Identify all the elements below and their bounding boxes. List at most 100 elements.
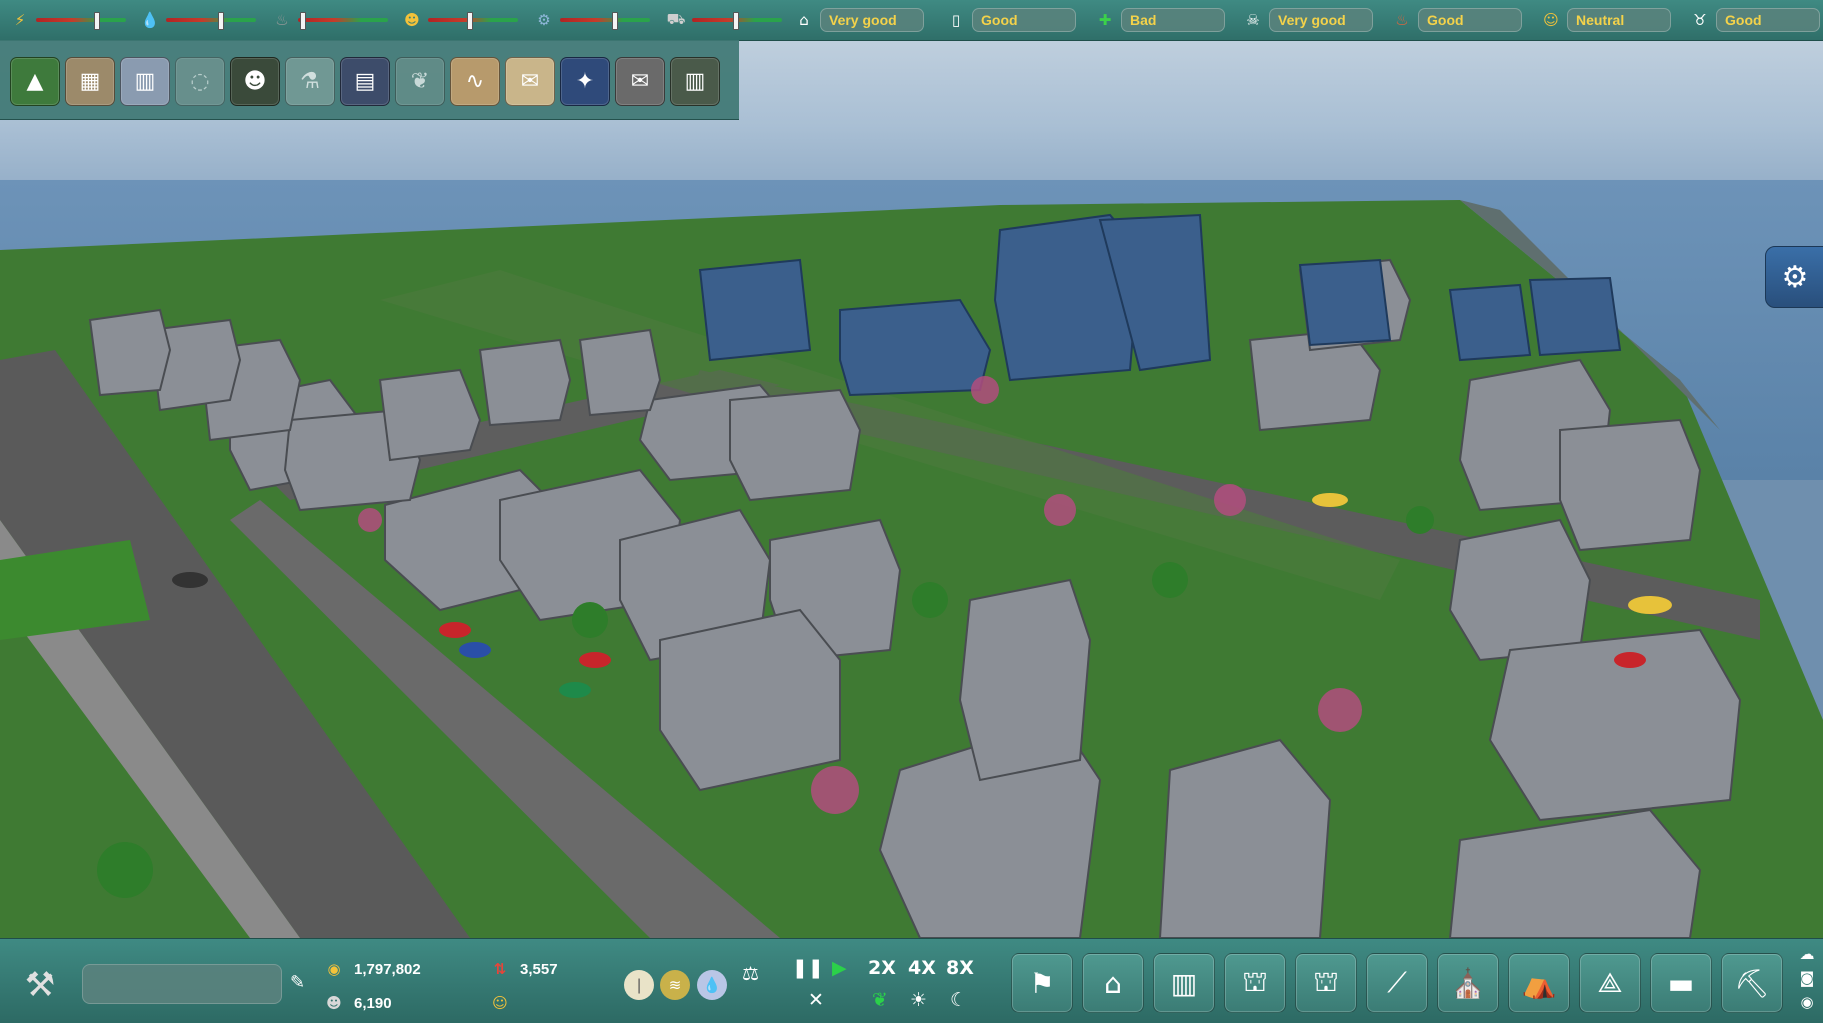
civic-build-button[interactable]: ⛪ <box>1437 953 1499 1013</box>
envelope-category-button[interactable]: ✉ <box>615 57 665 106</box>
sewage-icon: ⚙ <box>537 11 551 29</box>
documents-category-button[interactable]: ✉ <box>505 57 555 106</box>
shuffle-button[interactable]: ✕ <box>808 989 824 1011</box>
nature-category-button[interactable]: ❦ <box>395 57 445 106</box>
industry-category-button[interactable]: ▥ <box>120 57 170 106</box>
speed-2x-button[interactable]: 2X <box>868 957 896 979</box>
night-button[interactable]: ☾ <box>950 989 967 1011</box>
weather-button[interactable]: ☁ <box>1796 945 1818 969</box>
cow-icon: ♉ <box>1693 11 1707 29</box>
settings-button[interactable]: ⚙ <box>1765 246 1823 308</box>
bottom-control-bar: ⚒ ✎ ◉ 1,797,802 ☻ 6,190 ⇅ 3,557 ☺ ❘ ≋ 💧 … <box>0 938 1823 1023</box>
shuffle-icon: ✕ <box>808 989 824 1011</box>
road-icon: ⟋ <box>1387 966 1407 999</box>
coins-icon: ◉ <box>327 960 341 978</box>
fire-rating[interactable]: ♨ Good <box>1392 6 1522 34</box>
storage-category-button[interactable]: ▦ <box>65 57 115 106</box>
city-name-field[interactable] <box>82 964 282 1004</box>
trash-bag-icon: ♨ <box>275 11 289 29</box>
house-icon: ⌂ <box>799 11 809 29</box>
water-indicator[interactable]: 💧 <box>140 6 256 34</box>
workers-level-bar <box>428 12 518 30</box>
solar-category-button[interactable]: ▤ <box>340 57 390 106</box>
blocks-build-button[interactable]: ▬ <box>1650 953 1712 1013</box>
waste-indicator[interactable]: ♨ <box>272 6 388 34</box>
sewage-level-bar <box>560 12 650 30</box>
sewage-indicator[interactable]: ⚙ <box>534 6 650 34</box>
landscape-icon: ∿ <box>465 69 485 94</box>
people-icon: ☻ <box>326 994 342 1012</box>
rain-button[interactable]: 💧 <box>697 970 727 1000</box>
education-rating[interactable]: ▯ Good <box>946 6 1076 34</box>
play-button[interactable]: ▶ <box>832 957 847 979</box>
entertainment-rating-value: Neutral <box>1567 8 1671 32</box>
happiness-stat: ☺ <box>488 993 520 1013</box>
library-category-button[interactable]: ▥ <box>670 57 720 106</box>
city-terrain[interactable] <box>0 0 1823 1022</box>
balance-button[interactable]: ⚖ <box>742 963 759 985</box>
factory-build-button[interactable]: ⛫ <box>1224 953 1286 1013</box>
level-marker <box>299 12 306 30</box>
screenshot-button[interactable]: ◙ <box>1796 969 1818 993</box>
commercial-icon: ▥ <box>1170 966 1198 1000</box>
electricity-level-bar <box>36 12 126 30</box>
wind-turbine-icon: ⚑ <box>1029 966 1055 1000</box>
service-build-button[interactable]: ⛺ <box>1508 953 1570 1013</box>
transport-indicator[interactable]: ⛟ <box>666 6 782 34</box>
temperature-button[interactable]: ❘ <box>624 970 654 1000</box>
pause-icon: ❚❚ <box>792 957 824 979</box>
speed-8x-button[interactable]: 8X <box>946 957 974 979</box>
eco-button[interactable]: ❦ <box>872 989 888 1011</box>
road-build-button[interactable]: ⟋ <box>1366 953 1428 1013</box>
speed-4x-button[interactable]: 4X <box>908 957 936 979</box>
level-marker <box>611 12 618 30</box>
power-plant-build-button[interactable]: ⛫ <box>1295 953 1357 1013</box>
capitol-icon: ⛪ <box>1450 966 1486 1000</box>
water-drop-icon: 💧 <box>140 11 160 29</box>
day-button[interactable]: ☀ <box>910 989 927 1011</box>
health-rating[interactable]: ✚ Bad <box>1095 6 1225 34</box>
book-icon: ▯ <box>951 11 961 29</box>
pollution-rating[interactable]: ♉ Good <box>1690 6 1820 34</box>
fire-icon: ♨ <box>1395 11 1409 29</box>
power-plant-icon: ⛫ <box>1313 964 1339 998</box>
vehicle-icon: ⛟ <box>666 10 686 28</box>
entertainment-rating[interactable]: ☺ Neutral <box>1541 6 1671 34</box>
weather-icon: ☁ <box>1799 945 1815 963</box>
level-marker <box>94 12 101 30</box>
disabled-category-button[interactable]: ◌ <box>175 57 225 106</box>
level-marker <box>217 12 224 30</box>
satellite-category-button[interactable]: ✦ <box>560 57 610 106</box>
wind-turbine-build-button[interactable]: ⚑ <box>1011 953 1073 1013</box>
crane-build-button[interactable]: ⛏ <box>1721 953 1783 1013</box>
scroll-icon: ✉ <box>520 69 540 94</box>
wind-button[interactable]: ≋ <box>660 970 690 1000</box>
commercial-build-button[interactable]: ▥ <box>1153 953 1215 1013</box>
structure-build-button[interactable]: ⟁ <box>1579 953 1641 1013</box>
visibility-button[interactable]: ◉ <box>1796 993 1818 1017</box>
fire-rating-value: Good <box>1418 8 1522 32</box>
city-viewport[interactable] <box>0 0 1823 1022</box>
scales-icon: ⚖ <box>742 963 760 985</box>
build-category-toolbar: ▲ ▦ ▥ ◌ ☻ ⚗ ▤ ❦ ∿ ✉ ✦ ✉ ▥ <box>0 40 739 120</box>
solar-panel-icon: ▤ <box>354 69 376 94</box>
electricity-indicator[interactable]: ⚡ <box>10 6 126 34</box>
gear-icon: ⚙ <box>1781 259 1809 295</box>
structure-icon: ⟁ <box>1597 966 1623 999</box>
waste-level-bar <box>298 12 388 30</box>
housing-rating[interactable]: ⌂ Very good <box>794 6 924 34</box>
safety-rating[interactable]: ☠ Very good <box>1243 6 1373 34</box>
landscape-category-button[interactable]: ∿ <box>450 57 500 106</box>
theater-masks-icon: ☺ <box>1543 11 1559 29</box>
workers-indicator[interactable]: ☻ <box>402 6 518 34</box>
envelope-icon: ✉ <box>630 69 650 94</box>
terrain-category-button[interactable]: ▲ <box>10 57 60 106</box>
research-category-button[interactable]: ⚗ <box>285 57 335 106</box>
pencil-icon[interactable]: ✎ <box>290 972 314 996</box>
disabled-category-icon: ◌ <box>190 69 210 94</box>
tools-button[interactable]: ⚒ <box>12 959 68 1011</box>
residential-build-button[interactable]: ⌂ <box>1082 953 1144 1013</box>
workers-category-button[interactable]: ☻ <box>230 57 280 106</box>
moon-icon: ☾ <box>950 989 968 1011</box>
pause-button[interactable]: ❚❚ <box>792 957 824 979</box>
